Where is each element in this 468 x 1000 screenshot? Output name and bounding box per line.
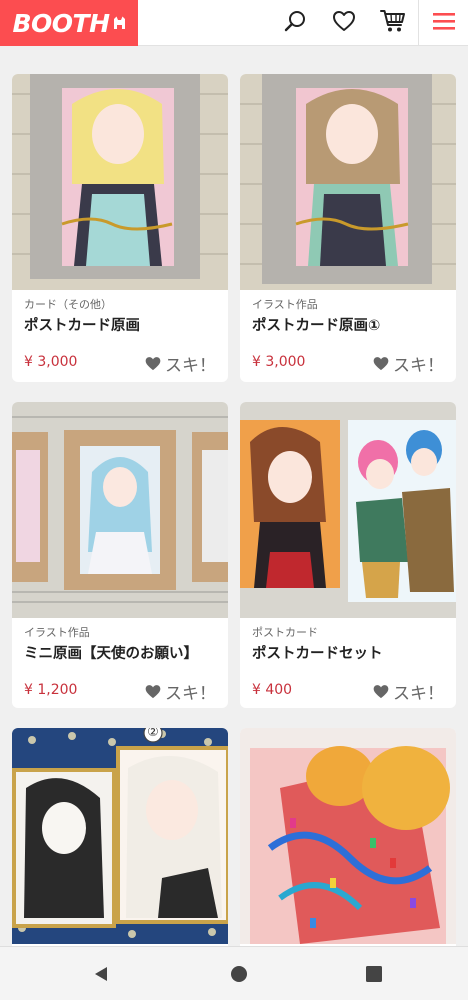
product-card[interactable] [240,728,456,958]
product-thumbnail[interactable]: ② [12,728,228,944]
like-button[interactable]: スキ！ [145,679,216,704]
header-divider [418,0,419,46]
product-card[interactable]: イラスト作品 ポストカード原画① ¥ 3,000 スキ！ [240,74,456,382]
shikishi-girls-artwork-icon [12,728,228,944]
search-button[interactable] [275,0,315,46]
thumbnail-badge: ② [147,728,159,740]
logo-text: BOOTH [12,8,110,38]
like-label: スキ！ [165,356,216,376]
like-label: スキ！ [393,684,444,704]
product-card[interactable]: イラスト作品 ミニ原画【天使のお願い】 ¥ 1,200 スキ！ [12,402,228,708]
product-thumbnail[interactable] [12,74,228,290]
product-category: イラスト作品 [24,626,90,639]
system-navigation-bar [0,946,468,1000]
product-card[interactable]: ② [12,728,228,958]
product-title[interactable]: ミニ原画【天使のお願い】 [24,642,198,663]
heart-filled-icon [373,685,389,699]
product-category: イラスト作品 [252,298,318,311]
booth-logo[interactable]: BOOTH [0,0,138,46]
heart-filled-icon [145,685,161,699]
product-thumbnail[interactable] [240,402,456,618]
home-button[interactable] [224,959,254,989]
back-button[interactable] [86,959,116,989]
framed-artwork-brunette-girl-icon [240,74,456,290]
menu-button[interactable] [424,0,464,46]
product-thumbnail[interactable] [240,74,456,290]
search-icon [283,9,307,37]
postcards-bunny-girl-and-couple-icon [240,402,456,618]
back-triangle-icon [95,967,107,981]
home-circle-icon [231,966,247,982]
product-card[interactable]: カード（その他） ポストカード原画 ¥ 3,000 スキ！ [12,74,228,382]
sealed-postcard-with-confetti-icon [240,728,456,944]
like-label: スキ！ [393,356,444,376]
cart-button[interactable] [373,0,413,46]
favorites-button[interactable] [324,0,364,46]
product-title[interactable]: ポストカード原画 [24,314,140,335]
product-price: ¥ 1,200 [24,682,78,698]
like-button[interactable]: スキ！ [373,351,444,376]
product-thumbnail[interactable] [12,402,228,618]
like-label: スキ！ [165,684,216,704]
product-title[interactable]: ポストカードセット [252,642,383,663]
framed-artwork-blonde-girl-icon [12,74,228,290]
product-price: ¥ 400 [252,682,293,698]
logo-cat-icon [113,16,126,30]
heart-icon [332,10,356,36]
like-button[interactable]: スキ！ [145,351,216,376]
app-header: BOOTH [0,0,468,46]
product-thumbnail[interactable] [240,728,456,944]
heart-filled-icon [145,357,161,371]
product-category: カード（その他） [24,298,112,311]
product-title[interactable]: ポストカード原画① [252,314,380,335]
recents-button[interactable] [359,959,389,989]
product-price: ¥ 3,000 [252,354,306,370]
recents-square-icon [366,966,382,982]
like-button[interactable]: スキ！ [373,679,444,704]
product-category: ポストカード [252,626,318,639]
product-card[interactable]: ポストカード ポストカードセット ¥ 400 スキ！ [240,402,456,708]
cart-icon [380,9,406,37]
wooden-frames-blue-hair-girl-icon [12,402,228,618]
hamburger-menu-icon [432,11,456,35]
product-price: ¥ 3,000 [24,354,78,370]
heart-filled-icon [373,357,389,371]
